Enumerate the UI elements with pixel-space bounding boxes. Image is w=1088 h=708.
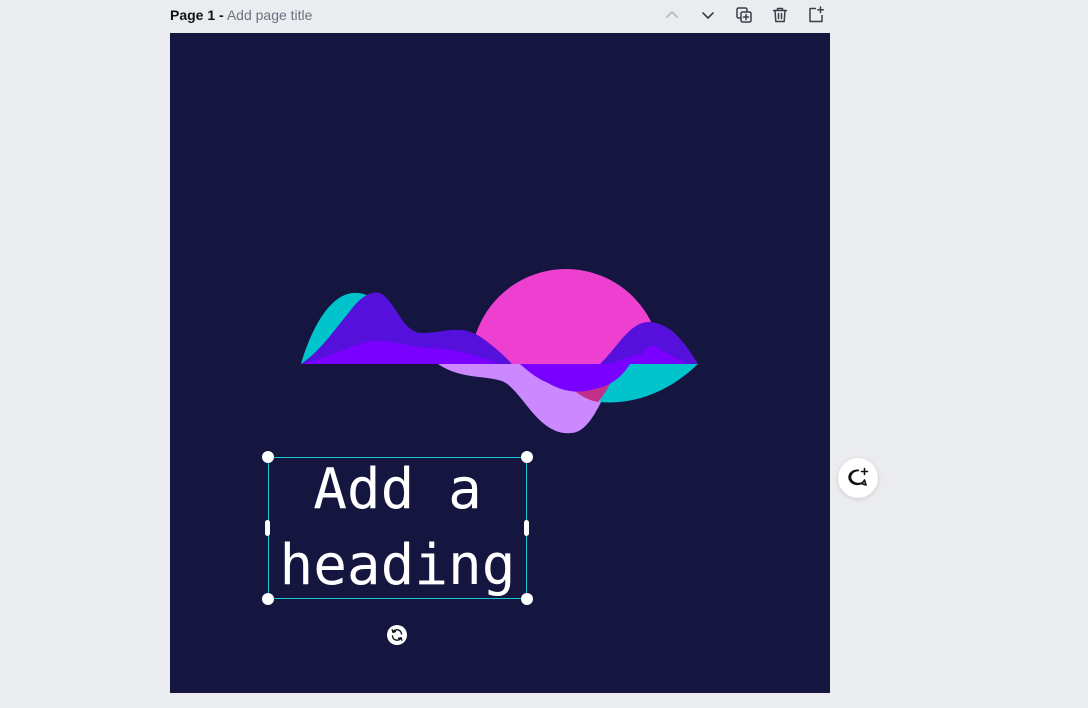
add-page-icon [809, 6, 824, 23]
chevron-up-icon [666, 11, 678, 18]
resize-handle-top-right[interactable] [521, 451, 533, 463]
page-actions [170, 4, 830, 26]
duplicate-icon [736, 7, 752, 23]
rotate-handle[interactable] [387, 625, 407, 645]
resize-handle-top-left[interactable] [262, 451, 274, 463]
rotate-icon [391, 629, 403, 641]
trash-icon [772, 7, 788, 23]
heading-text[interactable]: Add a heading [269, 457, 526, 598]
delete-page-button[interactable] [768, 4, 792, 26]
add-comment-icon [848, 467, 869, 486]
heading-selection-box[interactable]: Add a heading [268, 457, 527, 599]
add-page-button[interactable] [804, 4, 828, 26]
move-page-up-button[interactable] [660, 4, 684, 26]
resize-handle-bottom-right[interactable] [521, 593, 533, 605]
design-canvas[interactable]: Add a heading [170, 33, 830, 693]
move-page-down-button[interactable] [696, 4, 720, 26]
resize-handle-bottom-left[interactable] [262, 593, 274, 605]
resize-handle-right[interactable] [524, 520, 529, 536]
resize-handle-left[interactable] [265, 520, 270, 536]
add-comment-button[interactable] [838, 458, 878, 498]
duplicate-page-button[interactable] [732, 4, 756, 26]
chevron-down-icon [702, 12, 714, 19]
page-header: Page 1 - Add page title [170, 0, 830, 30]
